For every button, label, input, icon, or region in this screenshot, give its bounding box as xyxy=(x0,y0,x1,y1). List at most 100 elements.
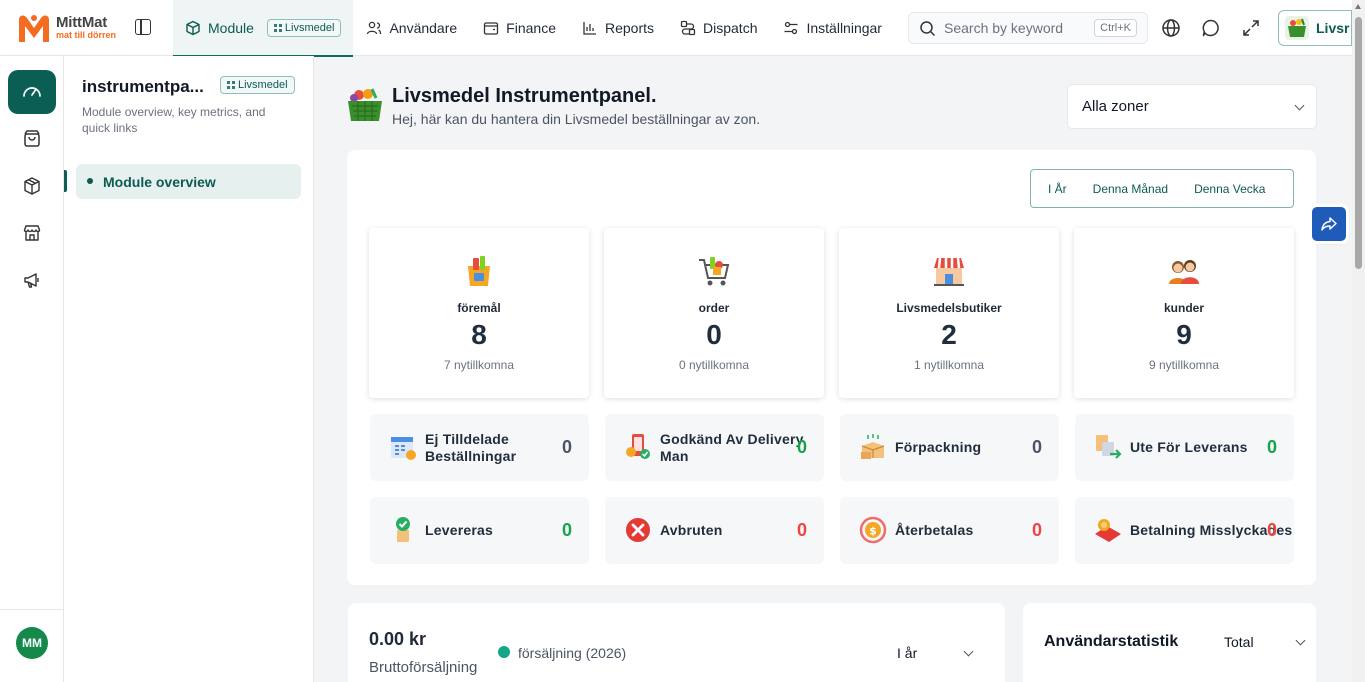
shopping-cart-icon xyxy=(699,257,730,286)
nav-users-label: Användare xyxy=(389,19,458,36)
top-nav: Module Livsmedel Användare Finance Repor… xyxy=(173,0,895,57)
stat-value: 2 xyxy=(941,319,957,350)
user-stats-card: Användarstatistik Total xyxy=(1023,603,1316,682)
order-stats-panel: I År Denna Månad Denna Vecka föremål 8 7… xyxy=(347,150,1316,585)
page-scrollbar[interactable] xyxy=(1352,0,1365,682)
user-stats-filter[interactable]: Total xyxy=(1224,634,1306,650)
status-tile-value: 0 xyxy=(1031,437,1042,457)
stat-card-orders[interactable]: order 0 0 nytillkomna xyxy=(604,228,824,398)
sales-card: 0.00 kr Bruttoförsäljning försäljning (2… xyxy=(348,603,1005,682)
status-tile-refunded[interactable]: $ Återbetalas 0 xyxy=(840,497,1059,564)
nav-reports[interactable]: Reports xyxy=(569,0,667,56)
grid-icon xyxy=(227,81,235,89)
status-tile-value: 0 xyxy=(1031,520,1042,540)
share-icon xyxy=(1321,217,1337,231)
sub-sidebar: instrumentpa... Livsmedel Module overvie… xyxy=(64,56,314,682)
search-input[interactable] xyxy=(944,20,1084,36)
status-tile-value: 0 xyxy=(561,520,572,540)
sales-amount: 0.00 kr xyxy=(369,629,427,649)
status-tile-value: 0 xyxy=(561,437,572,457)
zone-select[interactable]: Alla zoner xyxy=(1067,84,1317,129)
store-switcher[interactable]: Livsr xyxy=(1278,10,1352,46)
store-switcher-label: Livsr xyxy=(1316,20,1350,36)
stat-value: 9 xyxy=(1176,319,1192,350)
nav-settings[interactable]: Inställningar xyxy=(770,0,895,56)
status-tile-value: 0 xyxy=(796,437,807,457)
status-tile-value: 0 xyxy=(1266,520,1277,540)
delivery-icon xyxy=(1096,435,1122,459)
status-tile-packaging[interactable]: Förpackning 0 xyxy=(840,414,1059,481)
status-tile-out-for-delivery[interactable]: Ute För Leverans 0 xyxy=(1075,414,1294,481)
storefront-icon xyxy=(23,225,41,241)
stat-card-customers[interactable]: kunder 9 9 nytillkomna xyxy=(1074,228,1294,398)
sub-sidebar-description: Module overview, key metrics, and quick … xyxy=(82,105,266,135)
user-stats-title: Användarstatistik xyxy=(1044,633,1179,650)
rail-divider xyxy=(0,609,64,610)
stat-new: 9 nytillkomna xyxy=(1148,358,1220,372)
stat-new: 1 nytillkomna xyxy=(913,358,985,372)
status-tile-label: Ute För Leverans xyxy=(1130,439,1248,455)
stat-label: Livsmedelsbutiker xyxy=(896,301,1002,315)
nav-finance[interactable]: Finance xyxy=(470,0,569,56)
cube-icon xyxy=(186,20,200,35)
status-tile-canceled[interactable]: Avbruten 0 xyxy=(605,497,824,564)
sales-period-select[interactable]: I år xyxy=(897,645,974,661)
status-tile-payment-failed[interactable]: Betalning Misslyckades 0 xyxy=(1075,497,1294,564)
rail-items[interactable] xyxy=(8,164,56,208)
globe-icon[interactable] xyxy=(1161,18,1181,38)
rail-dashboard[interactable] xyxy=(8,70,56,114)
period-tabs: I År Denna Månad Denna Vecka xyxy=(1030,169,1294,208)
tab-this-year[interactable]: I År xyxy=(1031,182,1080,196)
status-tile-value: 0 xyxy=(796,520,807,540)
megaphone-icon xyxy=(24,273,39,288)
rail-orders[interactable] xyxy=(8,117,56,161)
module-badge: Livsmedel xyxy=(266,18,342,37)
chat-icon[interactable] xyxy=(1201,18,1221,38)
sub-sidebar-item-module-overview[interactable]: Module overview xyxy=(76,164,301,199)
delivered-icon xyxy=(396,517,410,542)
customers-icon xyxy=(1169,260,1199,284)
status-tile-label: Förpackning xyxy=(895,439,982,455)
nav-dispatch[interactable]: Dispatch xyxy=(667,0,770,56)
share-float-button[interactable] xyxy=(1312,207,1346,241)
stat-label: kunder xyxy=(1163,301,1204,315)
stat-new: 0 nytillkomna xyxy=(678,358,750,372)
tab-this-month[interactable]: Denna Månad xyxy=(1080,182,1181,196)
status-tile-value: 0 xyxy=(1266,437,1277,457)
fullscreen-icon[interactable] xyxy=(1241,18,1261,38)
nav-settings-label: Inställningar xyxy=(806,19,882,36)
scroll-up-arrow-icon[interactable] xyxy=(1355,4,1361,9)
scroll-thumb[interactable] xyxy=(1355,17,1362,269)
rail-marketing[interactable] xyxy=(8,258,56,302)
nav-module[interactable]: Module Livsmedel xyxy=(173,0,354,57)
status-tile-accepted[interactable]: Godkänd Av Delivery Man 0 xyxy=(605,414,824,481)
main-content: Livsmedel Instrumentpanel. Hej, här kan … xyxy=(314,56,1352,682)
status-tile-label: Återbetalas xyxy=(895,522,974,538)
avatar[interactable]: MM xyxy=(16,627,48,659)
sidebar-toggle-icon[interactable] xyxy=(135,18,151,35)
stat-label: föremål xyxy=(457,301,501,315)
sliders-icon xyxy=(784,21,798,34)
stat-new: 7 nytillkomna xyxy=(443,358,515,372)
chevron-down-icon xyxy=(1294,100,1305,111)
chevron-down-icon xyxy=(963,646,974,657)
package-icon xyxy=(861,434,885,459)
refund-icon: $ xyxy=(859,516,887,544)
stat-value: 8 xyxy=(471,319,487,350)
stat-card-items[interactable]: föremål 8 7 nytillkomna xyxy=(369,228,589,398)
status-tile-unassigned[interactable]: Ej Tilldelade Beställningar 0 xyxy=(370,414,589,481)
brand-logo[interactable]: MittMat mat till dörren xyxy=(0,0,173,56)
status-tile-delivered[interactable]: Levereras 0 xyxy=(370,497,589,564)
status-tile-label: Avbruten xyxy=(660,522,723,538)
tab-this-week[interactable]: Denna Vecka xyxy=(1181,182,1278,196)
stat-label: order xyxy=(698,301,730,315)
rail-stores[interactable] xyxy=(8,211,56,255)
wallet-icon xyxy=(484,21,499,35)
nav-users[interactable]: Användare xyxy=(353,0,470,56)
nav-reports-label: Reports xyxy=(604,19,655,36)
mittmat-logo-mark xyxy=(16,12,52,44)
search-shortcut: Ctrl+K xyxy=(1094,19,1137,37)
status-tile-label: Levereras xyxy=(425,522,493,538)
stat-card-stores[interactable]: Livsmedelsbutiker 2 1 nytillkomna xyxy=(839,228,1059,398)
search-box[interactable]: Ctrl+K xyxy=(908,12,1148,44)
